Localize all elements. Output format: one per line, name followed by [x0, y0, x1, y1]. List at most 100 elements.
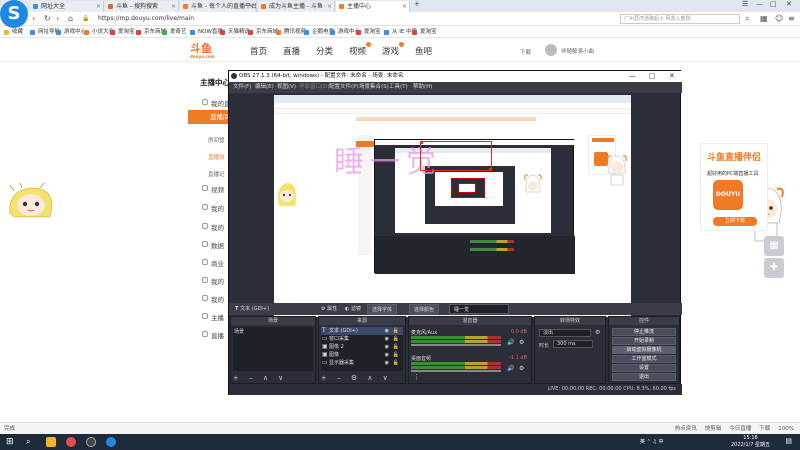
nav-live[interactable]: 直播	[283, 45, 300, 57]
selection-handle[interactable]	[489, 168, 492, 171]
scene-item[interactable]: 场景	[234, 328, 244, 335]
source-item[interactable]: ▣ 图像 ◉ 🔓	[321, 351, 403, 359]
visibility-eye-icon[interactable]: ◉	[385, 343, 389, 351]
sidebar-item[interactable]: 我的	[202, 276, 224, 286]
bookmark-item[interactable]: 腾讯视频	[276, 27, 306, 37]
browser-tab[interactable]: 斗鱼 - 搜狗搜索 ×	[105, 1, 179, 12]
avatar[interactable]	[545, 44, 557, 56]
search-input[interactable]: 广州荔湾道路起火 网友入教院	[620, 14, 740, 24]
obs-menu-item[interactable]: 配置文件(P)	[329, 82, 359, 93]
sources-list[interactable]: T 文本 (GDI+) ◉ 🔓 ▭ 窗口采集 ◉ 🔓 ▣ 图像 2 ◉ 🔓 ▣ 图像 ◉ 🔓 ▭ 显示器采集 ◉ 🔓	[321, 327, 403, 371]
sidebar-item[interactable]: 我的	[202, 203, 224, 213]
minimize-icon[interactable]: —	[756, 0, 763, 8]
channel-settings-icon[interactable]: ⚙	[519, 339, 524, 346]
new-tab-icon[interactable]: +	[414, 0, 420, 8]
back-icon[interactable]: ‹	[32, 14, 35, 24]
source-toolbar-button[interactable]: 选择颜色	[409, 304, 440, 314]
sources-dock-footer[interactable]: + – ⚙ ∧ ∨	[321, 374, 392, 382]
transition-select[interactable]: 淡出	[539, 329, 591, 337]
obs-control-button[interactable]: 退出	[612, 373, 676, 381]
selection-handle[interactable]	[420, 141, 423, 144]
source-item[interactable]: ▣ 图像 2 ◉ 🔓	[321, 343, 403, 351]
bookmark-item[interactable]: 天猫精选	[220, 27, 250, 37]
search-icon[interactable]: ⌕	[745, 14, 749, 24]
bookmark-item[interactable]: 爱淘宝	[356, 27, 381, 37]
obs-taskbar-icon[interactable]	[86, 437, 96, 447]
taskbar-search-icon[interactable]: ⌕	[26, 437, 36, 447]
status-item[interactable]: 热点资讯	[675, 426, 697, 432]
status-item[interactable]: 今日直播	[729, 426, 751, 432]
obs-minimize-icon[interactable]: —	[629, 71, 636, 82]
download-link[interactable]: 下载	[520, 48, 531, 56]
obs-menu-item[interactable]: 场景集合(S)	[359, 82, 389, 93]
status-item[interactable]: 100%	[778, 426, 794, 432]
obs-control-button[interactable]: 启动虚拟摄像机	[612, 346, 676, 354]
lock-icon[interactable]: 🔓	[393, 335, 399, 343]
browser-tab[interactable]: 成为斗鱼主播 - 斗鱼 ×	[258, 1, 335, 12]
volume-slider[interactable]	[411, 370, 501, 372]
nav-category[interactable]: 分类	[316, 45, 333, 57]
volume-slider[interactable]	[411, 344, 501, 346]
tab-close-icon[interactable]: ×	[249, 1, 254, 12]
obs-menu-item[interactable]: 文件(F)	[233, 82, 251, 93]
visibility-eye-icon[interactable]: ◉	[385, 359, 389, 367]
obs-menu-item[interactable]: 帮助(H)	[413, 82, 432, 93]
lock-icon[interactable]: 🔓	[393, 327, 399, 335]
visibility-eye-icon[interactable]: ◉	[385, 335, 389, 343]
selection-box[interactable]	[420, 141, 492, 171]
channel-settings-icon[interactable]: ⚙	[519, 365, 524, 372]
sidebar-subitem[interactable]: 直播记	[208, 170, 225, 178]
close-icon[interactable]: ✕	[786, 0, 792, 8]
extensions-icon[interactable]: ▦	[760, 14, 768, 24]
home-icon[interactable]: ⌂	[68, 14, 73, 24]
obs-menu-item[interactable]: 编辑(E)	[255, 82, 274, 93]
settings-icon[interactable]: ≡	[788, 14, 795, 24]
sidebar-subitem[interactable]: 房间管	[208, 136, 225, 144]
bookmark-item[interactable]: 收藏	[4, 27, 23, 37]
sidebar-item[interactable]: 直播	[202, 330, 224, 340]
visibility-eye-icon[interactable]: ◉	[385, 327, 389, 335]
source-toolbar-button[interactable]: 睡一觉	[449, 304, 509, 314]
sidebar-item[interactable]: 视频	[202, 184, 224, 194]
source-toolbar-button[interactable]: 选择字体	[367, 304, 398, 314]
obs-window[interactable]: OBS 27.1.3 (64-bit, windows) - 配置文件: 未命名…	[228, 70, 682, 395]
forward-icon[interactable]: ›	[56, 14, 59, 24]
mixer-menu-icon[interactable]: ⋮	[413, 373, 420, 381]
lock-icon[interactable]: 🔓	[393, 343, 399, 351]
taskbar-clock[interactable]: 15:18 2022/1/7 星期五	[731, 435, 770, 449]
gamepad-icon[interactable]: ✚	[764, 258, 784, 278]
obs-control-button[interactable]: 停止推流	[612, 328, 676, 336]
source-toolbar-button[interactable]: ⚙ 属性	[317, 304, 341, 314]
browser-logo[interactable]: S	[0, 0, 28, 28]
url-input[interactable]: https://mp.douyu.com/live/main	[98, 14, 498, 24]
tab-close-icon[interactable]: ×	[327, 1, 332, 12]
source-item[interactable]: T 文本 (GDI+) ◉ 🔓	[321, 327, 403, 335]
tab-close-icon[interactable]: ×	[96, 1, 101, 12]
file-explorer-icon[interactable]	[46, 437, 56, 447]
speaker-icon[interactable]: 🔊	[507, 365, 514, 372]
nav-games[interactable]: 游戏	[382, 42, 405, 57]
obs-menu-item[interactable]: 停靠窗口(D)	[299, 82, 330, 93]
browser-tab[interactable]: 斗鱼 - 每个人的直播平台 ×	[180, 1, 257, 12]
bookmark-item[interactable]: 爱淘宝	[110, 27, 135, 37]
chrome-icon[interactable]	[66, 437, 76, 447]
notification-icon[interactable]: ▤	[785, 437, 792, 445]
browser-tab[interactable]: 网址大全 ×	[30, 1, 104, 12]
obs-control-button[interactable]: 工作室模式	[612, 355, 676, 363]
obs-menu-item[interactable]: 视图(V)	[277, 82, 296, 93]
bookmark-item[interactable]: 游戏中心	[56, 27, 86, 37]
menu-icon[interactable]: ☰	[742, 0, 748, 8]
sidebar-item[interactable]: 主播	[202, 312, 224, 322]
source-toolbar-button[interactable]: ◐ 滤镜	[341, 304, 365, 314]
windows-start-icon[interactable]: ⊞	[6, 437, 16, 447]
status-item[interactable]: 下载	[759, 426, 770, 432]
obs-control-button[interactable]: 设置	[612, 364, 676, 372]
nav-video[interactable]: 视频	[349, 42, 372, 57]
system-tray[interactable]: 英 ⌃ ♫ 中	[640, 437, 663, 447]
duration-input[interactable]: 300 ms	[553, 340, 593, 348]
sidebar-item[interactable]: 直播间	[188, 110, 230, 124]
obs-close-icon[interactable]: ✕	[669, 71, 675, 82]
status-item[interactable]: 快剪辑	[705, 426, 722, 432]
obs-control-button[interactable]: 开始录制	[612, 337, 676, 345]
source-item[interactable]: ▭ 窗口采集 ◉ 🔓	[321, 335, 403, 343]
